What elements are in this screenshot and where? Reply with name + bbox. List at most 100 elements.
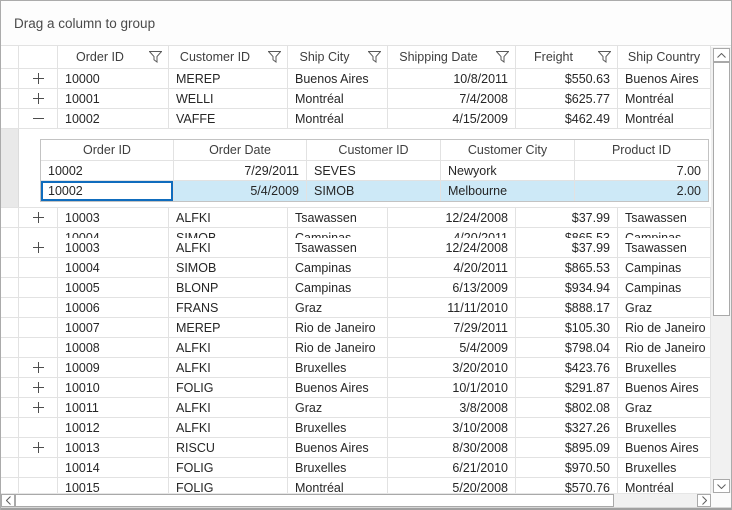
cell-freight[interactable]: $970.50 — [516, 458, 618, 478]
cell-ship-country[interactable]: Rio de Janeiro — [618, 338, 711, 358]
cell-ship-country[interactable]: Bruxelles — [618, 418, 711, 438]
cell-ship-country[interactable]: Montréal — [618, 109, 711, 129]
table-row[interactable]: 10012 ALFKI Bruxelles 3/10/2008 $327.26 Bruxe… — [1, 418, 711, 438]
cell-order-id[interactable]: 10010 — [58, 378, 169, 398]
horizontal-scroll-thumb[interactable] — [15, 494, 614, 507]
cell-shipping-date[interactable]: 6/13/2009 — [388, 278, 516, 298]
cell-shipping-date[interactable]: 6/21/2010 — [388, 458, 516, 478]
cell-shipping-date[interactable]: 10/8/2011 — [388, 69, 516, 89]
table-row[interactable]: 10003 ALFKI Tsawassen 12/24/2008 $37.99 Tsawa… — [1, 208, 711, 228]
cell-ship-country[interactable]: Tsawassen — [618, 208, 711, 228]
cell-ship-city[interactable]: Graz — [288, 298, 388, 318]
detail-cell-product-id[interactable]: 2.00 — [575, 181, 708, 201]
cell-ship-city[interactable]: Tsawassen — [288, 208, 388, 228]
cell-ship-city[interactable]: Rio de Janeiro — [288, 338, 388, 358]
filter-icon[interactable] — [261, 51, 287, 63]
cell-freight[interactable]: $625.77 — [516, 89, 618, 109]
expand-button[interactable] — [19, 378, 58, 398]
cell-freight[interactable]: $550.63 — [516, 69, 618, 89]
cell-shipping-date[interactable]: 10/1/2010 — [388, 378, 516, 398]
table-row[interactable]: 10011 ALFKI Graz 3/8/2008 $802.08 Graz — [1, 398, 711, 418]
detail-column-header-order-date[interactable]: Order Date — [174, 140, 307, 161]
filter-icon[interactable] — [361, 51, 387, 63]
table-row[interactable]: 10000 MEREP Buenos Aires 10/8/2011 $550.63 Bu… — [1, 69, 711, 89]
cell-ship-country[interactable]: Campinas — [618, 258, 711, 278]
expand-button[interactable] — [19, 69, 58, 89]
cell-order-id[interactable]: 10008 — [58, 338, 169, 358]
table-row[interactable]: 10014 FOLIG Bruxelles 6/21/2010 $970.50 Bruxe… — [1, 458, 711, 478]
cell-ship-country[interactable]: Rio de Janeiro — [618, 318, 711, 338]
cell-ship-city[interactable]: Montréal — [288, 89, 388, 109]
cell-ship-city[interactable]: Montréal — [288, 478, 388, 493]
cell-ship-country[interactable]: Campinas — [618, 228, 711, 238]
cell-order-id[interactable]: 10007 — [58, 318, 169, 338]
detail-column-header-product-id[interactable]: Product ID — [575, 140, 708, 161]
cell-freight[interactable]: $798.04 — [516, 338, 618, 358]
cell-ship-city[interactable]: Buenos Aires — [288, 69, 388, 89]
cell-order-id[interactable]: 10006 — [58, 298, 169, 318]
cell-freight[interactable]: $895.09 — [516, 438, 618, 458]
table-row[interactable]: 10013 RISCU Buenos Aires 8/30/2008 $895.09 Bu… — [1, 438, 711, 458]
filter-icon[interactable] — [489, 51, 515, 63]
table-row[interactable]: 10009 ALFKI Bruxelles 3/20/2010 $423.76 Bruxe… — [1, 358, 711, 378]
table-row[interactable]: 10008 ALFKI Rio de Janeiro 5/4/2009 $798.04 R… — [1, 338, 711, 358]
expand-button[interactable] — [19, 238, 58, 258]
cell-order-id[interactable]: 10003 — [58, 238, 169, 258]
cell-shipping-date[interactable]: 11/11/2010 — [388, 298, 516, 318]
cell-customer-id[interactable]: FOLIG — [169, 478, 288, 493]
scroll-left-button[interactable] — [1, 494, 15, 507]
cell-customer-id[interactable]: ALFKI — [169, 398, 288, 418]
table-row[interactable]: 10003 ALFKI Tsawassen 12/24/2008 $37.99 Tsawa… — [1, 238, 711, 258]
cell-ship-country[interactable]: Buenos Aires — [618, 378, 711, 398]
cell-freight[interactable]: $105.30 — [516, 318, 618, 338]
column-header-shipping-date[interactable]: Shipping Date — [388, 46, 516, 69]
cell-ship-city[interactable]: Bruxelles — [288, 458, 388, 478]
cell-ship-country[interactable]: Campinas — [618, 278, 711, 298]
expand-button[interactable] — [19, 89, 58, 109]
cell-shipping-date[interactable]: 12/24/2008 — [388, 238, 516, 258]
cell-freight[interactable]: $865.53 — [516, 228, 618, 238]
cell-order-id[interactable]: 10012 — [58, 418, 169, 438]
cell-order-id[interactable]: 10013 — [58, 438, 169, 458]
table-row[interactable]: 10004 SIMOB Campinas 4/20/2011 $865.53 Campin… — [1, 228, 711, 238]
group-drop-area[interactable]: Drag a column to group — [1, 1, 731, 46]
cell-customer-id[interactable]: WELLI — [169, 89, 288, 109]
table-row[interactable]: 10015 FOLIG Montréal 5/20/2008 $570.76 Montré… — [1, 478, 711, 493]
detail-cell-order-date[interactable]: 7/29/2011 — [174, 161, 307, 181]
detail-cell-customer-id[interactable]: SEVES — [307, 161, 441, 181]
cell-ship-city[interactable]: Rio de Janeiro — [288, 318, 388, 338]
detail-cell-order-id[interactable]: 10002 — [41, 161, 174, 181]
cell-freight[interactable]: $291.87 — [516, 378, 618, 398]
column-header-ship-country[interactable]: Ship Country — [618, 46, 711, 69]
cell-shipping-date[interactable]: 3/8/2008 — [388, 398, 516, 418]
cell-customer-id[interactable]: FOLIG — [169, 378, 288, 398]
cell-freight[interactable]: $37.99 — [516, 238, 618, 258]
cell-order-id[interactable]: 10004 — [58, 258, 169, 278]
cell-customer-id[interactable]: ALFKI — [169, 358, 288, 378]
cell-customer-id[interactable]: MEREP — [169, 318, 288, 338]
detail-column-header-customer-id[interactable]: Customer ID — [307, 140, 441, 161]
cell-order-id[interactable]: 10002 — [58, 109, 169, 129]
cell-freight[interactable]: $888.17 — [516, 298, 618, 318]
cell-shipping-date[interactable]: 12/24/2008 — [388, 208, 516, 228]
cell-freight[interactable]: $327.26 — [516, 418, 618, 438]
detail-column-header-order-id[interactable]: Order ID — [41, 140, 174, 161]
cell-freight[interactable]: $423.76 — [516, 358, 618, 378]
table-row[interactable]: 10001 WELLI Montréal 7/4/2008 $625.77 Montréa… — [1, 89, 711, 109]
cell-ship-city[interactable]: Buenos Aires — [288, 438, 388, 458]
scroll-right-button[interactable] — [697, 494, 711, 507]
cell-freight[interactable]: $802.08 — [516, 398, 618, 418]
cell-ship-country[interactable]: Montréal — [618, 478, 711, 493]
column-header-ship-city[interactable]: Ship City — [288, 46, 388, 69]
cell-ship-country[interactable]: Graz — [618, 398, 711, 418]
vertical-scroll-thumb[interactable] — [713, 62, 730, 316]
cell-customer-id[interactable]: ALFKI — [169, 418, 288, 438]
table-row[interactable]: 10002 7/29/2011 SEVES Newyork 7.00 — [41, 161, 708, 181]
table-row[interactable]: 10004 SIMOB Campinas 4/20/2011 $865.53 Campin… — [1, 258, 711, 278]
cell-customer-id[interactable]: FOLIG — [169, 458, 288, 478]
cell-order-id[interactable]: 10011 — [58, 398, 169, 418]
cell-customer-id[interactable]: SIMOB — [169, 258, 288, 278]
filter-icon[interactable] — [142, 51, 168, 63]
cell-shipping-date[interactable]: 5/4/2009 — [388, 338, 516, 358]
cell-customer-id[interactable]: VAFFE — [169, 109, 288, 129]
